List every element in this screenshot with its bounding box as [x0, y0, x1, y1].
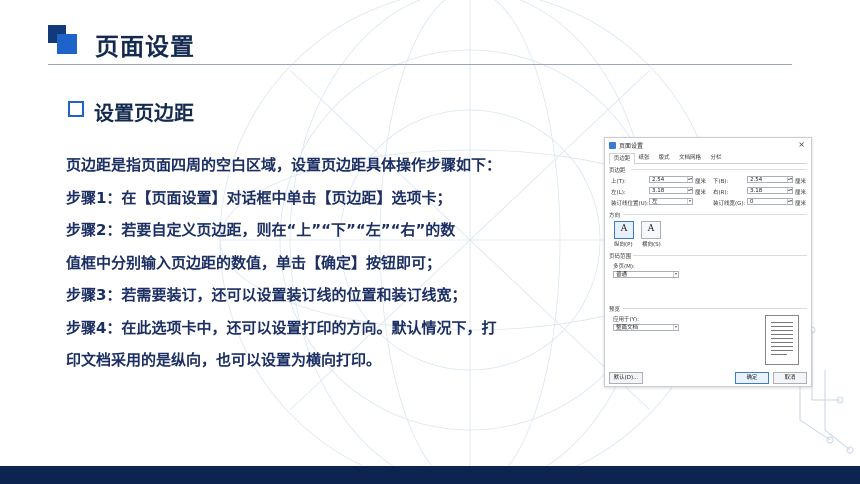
close-icon[interactable]: × [798, 140, 805, 149]
tab-layout[interactable]: 版式 [655, 153, 673, 163]
top-margin-unit: 厘米 [695, 179, 707, 185]
spinner-icon[interactable]: ▴▾ [687, 188, 692, 193]
paragraph-line: 步骤1：在【页面设置】对话框中单击【页边距】选项卡； [66, 188, 452, 207]
margins-group-label: 页边距 [609, 168, 626, 174]
spinner-icon[interactable]: ▴▾ [787, 199, 792, 204]
spinner-icon[interactable]: ▴▾ [687, 177, 692, 182]
page-preview [765, 315, 799, 365]
divider [633, 255, 807, 256]
page-title: 页面设置 [95, 33, 195, 61]
paragraph-line: 步骤4：在此选项卡中，还可以设置打印的方向。默认情况下，打 [66, 318, 497, 337]
divider [623, 308, 807, 309]
chevron-down-icon[interactable]: ▾ [673, 325, 678, 330]
gutter-width-input[interactable]: 0 ▴▾ [747, 198, 793, 205]
tab-paper[interactable]: 纸张 [635, 153, 653, 163]
right-margin-value: 3.18 [750, 188, 763, 194]
spinner-icon[interactable]: ▴▾ [787, 188, 792, 193]
bottom-margin-unit: 厘米 [795, 179, 807, 185]
left-margin-value: 3.18 [652, 188, 665, 194]
left-margin-label: 左(L): [611, 190, 626, 196]
multi-pages-select[interactable]: 普通 ▾ [613, 271, 679, 278]
cancel-button[interactable]: 取消 [773, 372, 807, 384]
default-button[interactable]: 默认(D)... [609, 372, 643, 384]
landscape-option[interactable]: A [641, 221, 661, 239]
left-margin-input[interactable]: 3.18 ▴▾ [649, 187, 693, 194]
right-margin-label: 右(R): [713, 190, 729, 196]
orientation-group-label: 方向 [609, 213, 621, 219]
dialog-tabs: 页边距 纸张 版式 文档网格 分栏 [609, 153, 807, 165]
right-margin-unit: 厘米 [795, 190, 807, 196]
title-decoration-square-accent [57, 34, 77, 54]
top-margin-input[interactable]: 2.54 ▴▾ [649, 176, 693, 183]
paragraph-line: 步骤3：若需要装订，还可以设置装订线的位置和装订线宽； [66, 286, 467, 304]
bottom-margin-input[interactable]: 2.54 ▴▾ [747, 176, 793, 183]
gutter-width-unit: 厘米 [795, 201, 807, 207]
section-bullet-icon [68, 101, 84, 117]
landscape-label: 横向(S) [642, 242, 661, 248]
gutter-position-label: 装订线位置(U): [611, 201, 649, 207]
bottom-bar [0, 466, 860, 484]
bottom-margin-value: 2.54 [750, 177, 763, 183]
paragraph-line: 步骤2：若要自定义页边距，则在“上”“下”“左”“右”的数 [66, 221, 456, 239]
divider [623, 214, 807, 215]
top-margin-value: 2.54 [652, 177, 665, 183]
gutter-width-value: 0 [750, 199, 754, 205]
gutter-width-label: 装订线宽(G): [713, 201, 746, 207]
apply-to-label: 应用于(Y): [613, 317, 640, 323]
tab-margins[interactable]: 页边距 [609, 153, 635, 165]
app-icon [609, 142, 616, 149]
portrait-option[interactable]: A [614, 221, 634, 239]
chevron-down-icon[interactable]: ▾ [673, 272, 678, 277]
paragraph-line: 值框中分别输入页边距的数值，单击【确定】按钮即可； [66, 253, 442, 272]
top-margin-label: 上(T): [611, 179, 627, 185]
dialog-titlebar: 页面设置 × [609, 140, 807, 151]
paragraph-line: 页边距是指页面四周的空白区域，设置页边距具体操作步骤如下： [66, 156, 502, 174]
multi-pages-value: 普通 [616, 272, 628, 278]
section-title: 设置页边距 [94, 101, 194, 125]
apply-to-select[interactable]: 整篇文档 ▾ [613, 324, 679, 331]
multi-pages-label: 多页(M): [613, 264, 635, 270]
apply-to-value: 整篇文档 [616, 325, 639, 331]
gutter-position-value: 左 [652, 199, 658, 205]
left-margin-unit: 厘米 [695, 190, 707, 196]
pages-group-label: 页码范围 [609, 254, 632, 260]
title-divider [48, 64, 792, 65]
spinner-icon[interactable]: ▴▾ [787, 177, 792, 182]
paragraph-line: 印文档采用的是纵向，也可以设置为横向打印。 [66, 351, 382, 369]
portrait-label: 纵向(P) [614, 242, 633, 248]
divider [631, 169, 807, 170]
gutter-position-select[interactable]: 左 ▾ [649, 198, 693, 205]
right-margin-input[interactable]: 3.18 ▴▾ [747, 187, 793, 194]
dialog-title: 页面设置 [619, 143, 644, 150]
body-text: 页边距是指页面四周的空白区域，设置页边距具体操作步骤如下： 步骤1：在【页面设置… [66, 149, 586, 377]
bottom-margin-label: 下(B): [713, 179, 729, 185]
ok-button[interactable]: 确定 [735, 372, 769, 384]
tab-columns[interactable]: 分栏 [707, 153, 725, 163]
chevron-down-icon[interactable]: ▾ [687, 199, 692, 204]
tab-doc-grid[interactable]: 文档网格 [675, 153, 705, 163]
preview-group-label: 预览 [609, 307, 621, 313]
page-setup-dialog-screenshot: 页面设置 × 页边距 纸张 版式 文档网格 分栏 页边距 上(T): 2.54 ▴… [604, 137, 812, 387]
